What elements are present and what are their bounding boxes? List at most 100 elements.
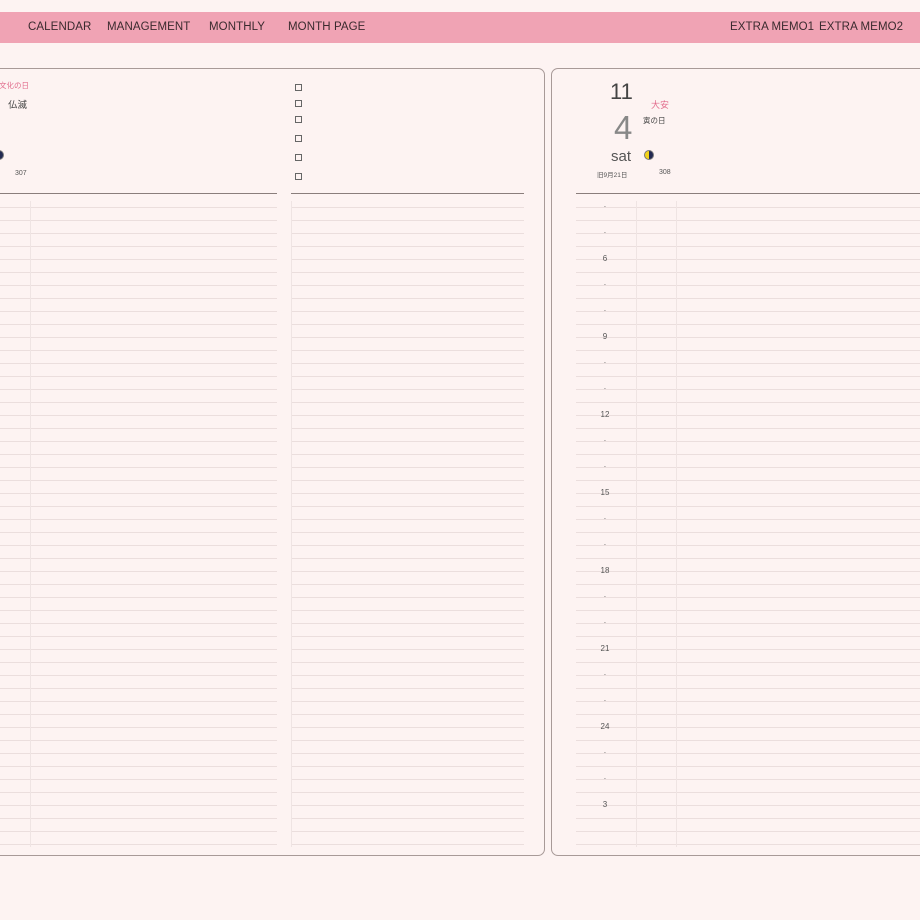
ruled-line [0,805,277,806]
ruled-line [291,376,524,377]
hour-label: · [603,228,607,237]
schedule-lines[interactable] [576,207,920,853]
ruled-line [291,493,524,494]
ruled-line [0,233,277,234]
todo-checkbox[interactable] [295,84,302,91]
ruled-line [576,636,920,637]
ruled-line [0,532,277,533]
ruled-line [576,285,920,286]
hour-label: 21 [600,644,610,653]
hour-label: · [603,384,607,393]
ruled-line [0,285,277,286]
ruled-line [0,766,277,767]
ruled-line [291,324,524,325]
ruled-line [0,545,277,546]
todo-checkbox[interactable] [295,173,302,180]
ruled-line [0,519,277,520]
ruled-line [0,402,277,403]
nav-calendar[interactable]: CALENDAR [28,12,91,43]
ruled-line [0,311,277,312]
nav-extra-memo1[interactable]: EXTRA MEMO1 [730,12,814,43]
ruled-line [576,649,920,650]
ruled-line [291,272,524,273]
ruled-line [576,220,920,221]
hour-label: · [603,696,607,705]
ruled-line [291,207,524,208]
ruled-line [0,389,277,390]
ruled-line [291,597,524,598]
ruled-line [576,467,920,468]
nav-monthly[interactable]: MONTHLY [209,12,265,43]
hour-label: 3 [602,800,608,809]
ruled-line [291,233,524,234]
ruled-line [576,519,920,520]
ruled-line [291,363,524,364]
hour-label: · [603,358,607,367]
ruled-line [576,792,920,793]
rokuyo-label: 仏滅 [8,100,28,111]
ruled-line [0,831,277,832]
ruled-line [0,688,277,689]
ruled-line [0,597,277,598]
todo-checkbox[interactable] [295,135,302,142]
todo-checkbox[interactable] [295,154,302,161]
ruled-line [576,480,920,481]
ruled-line [0,480,277,481]
ruled-line [576,441,920,442]
ruled-line [291,740,524,741]
ruled-line [291,662,524,663]
ruled-line [0,701,277,702]
ruled-line [576,532,920,533]
day-of-year: 308 [659,169,671,176]
half-moon-icon [0,150,4,160]
ruled-line [291,519,524,520]
ruled-line [576,493,920,494]
ruled-line [0,363,277,364]
ruled-line [576,727,920,728]
ruled-line [291,389,524,390]
ruled-line [576,506,920,507]
nav-management[interactable]: MANAGEMENT [107,12,190,43]
ruled-line [291,714,524,715]
margin-line [676,201,677,847]
ruled-line [291,727,524,728]
ruled-line [0,415,277,416]
ruled-line [576,740,920,741]
ruled-line [576,714,920,715]
ruled-line [291,311,524,312]
rokuyo-label: 大安 [651,100,670,110]
ruled-line [0,610,277,611]
ruled-line [291,480,524,481]
ruled-line [291,259,524,260]
ruled-line [576,389,920,390]
ruled-line [291,454,524,455]
ruled-line [576,324,920,325]
ruled-line [0,844,277,845]
ruled-line [291,467,524,468]
ruled-line [576,402,920,403]
ruled-line [291,792,524,793]
ruled-line [576,766,920,767]
ruled-line [576,701,920,702]
todo-checkbox[interactable] [295,116,302,123]
todo-checkbox[interactable] [295,100,302,107]
ruled-line [576,844,920,845]
ruled-line [291,701,524,702]
ruled-line [0,454,277,455]
ruled-line [576,337,920,338]
ruled-line [576,259,920,260]
ruled-line [0,623,277,624]
ruled-line [291,571,524,572]
right-header-rule [576,193,920,194]
ruled-line [0,441,277,442]
nav-extra-memo2[interactable]: EXTRA MEMO2 [819,12,903,43]
lunar-date: 旧9月21日 [597,172,628,179]
nav-month-page[interactable]: MONTH PAGE [288,12,365,43]
todo-lines[interactable] [291,207,524,853]
ruled-line [291,298,524,299]
ruled-line [291,220,524,221]
hour-label: · [603,748,607,757]
notes-lines[interactable] [0,207,277,853]
ruled-line [0,571,277,572]
hour-label: · [603,462,607,471]
